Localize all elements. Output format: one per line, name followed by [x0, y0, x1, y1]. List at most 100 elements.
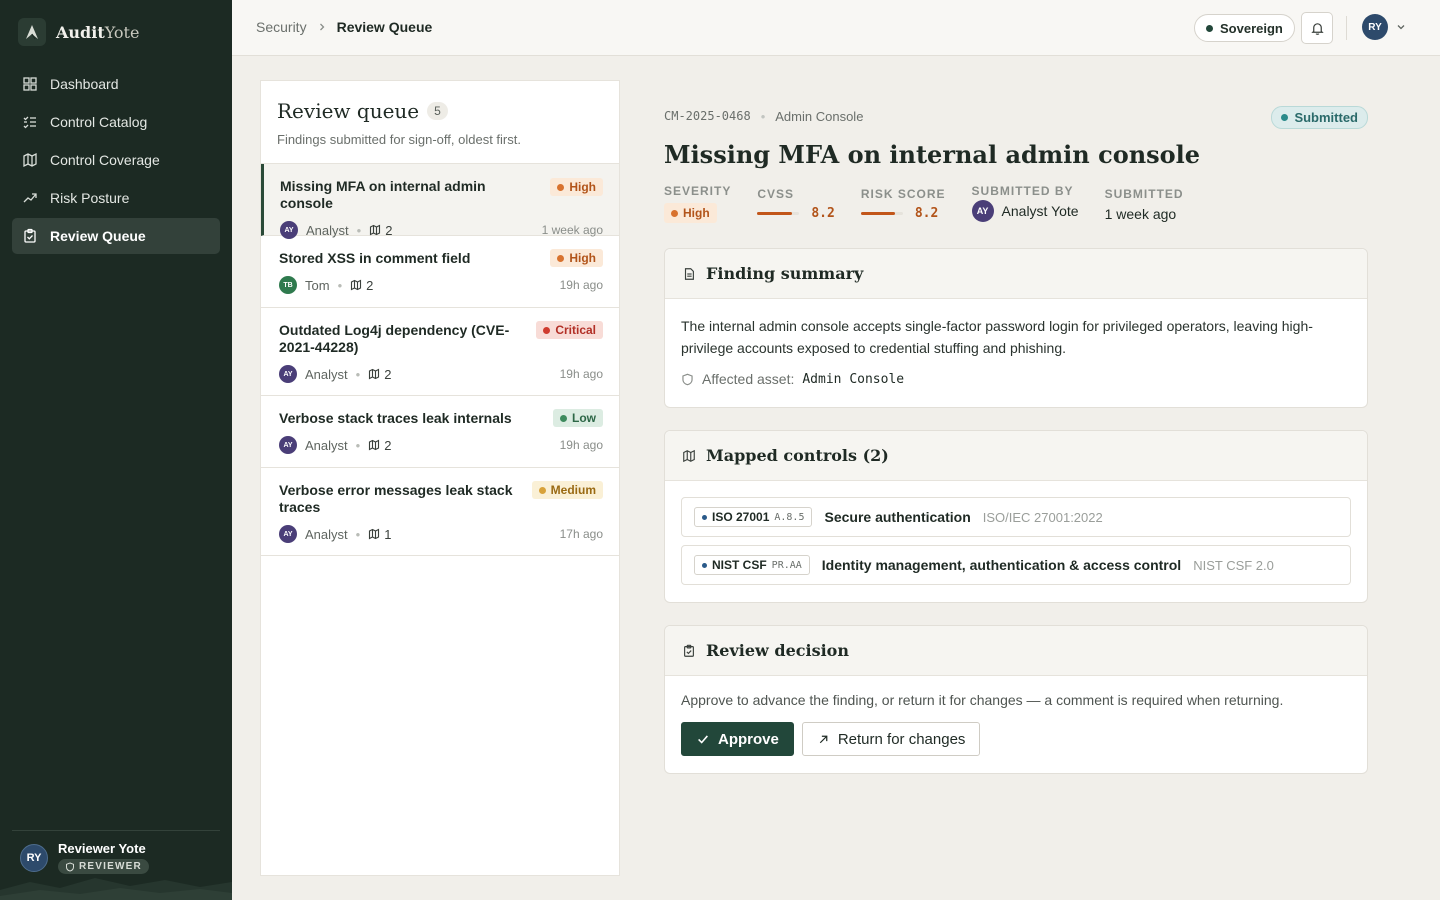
control-count: 2 [368, 367, 391, 382]
queue-item-title: Verbose error messages leak stack traces [279, 482, 513, 515]
trend-up-icon [23, 193, 37, 203]
shield-icon [66, 861, 74, 872]
mapped-controls-card: Mapped controls (2) ISO 27001 A.8.5 Secu… [664, 430, 1368, 603]
finding-id-row: CM-2025-0468 • Admin Console [664, 100, 1368, 132]
control-count-value: 2 [384, 366, 392, 382]
submitted-by-metric: SUBMITTED BY AY Analyst Yote [971, 184, 1079, 224]
queue-item-age: 17h ago [559, 527, 603, 541]
framework-dot-icon [702, 562, 707, 568]
review-decision-card: Review decision Approve to advance the f… [664, 625, 1368, 774]
queue-item-meta: AY Analyst • 2 19h ago [279, 436, 603, 468]
chevron-right-icon [319, 23, 324, 31]
control-code: A.8.5 [774, 511, 805, 523]
role-badge: REVIEWER [58, 859, 149, 874]
map-icon [683, 449, 695, 462]
severity-label: High [569, 180, 596, 194]
cvss-bar-fill [757, 211, 792, 215]
severity-badge: Low [553, 409, 603, 427]
sidebar-item-control-catalog[interactable]: Control Catalog [12, 104, 220, 140]
framework-name: NIST CSF [712, 558, 767, 572]
map-icon [351, 279, 362, 291]
check-icon [698, 735, 708, 744]
avatar: AY [279, 525, 297, 543]
severity-label: Critical [555, 323, 596, 337]
status-badge: Submitted [1271, 106, 1368, 129]
severity-label: Medium [550, 483, 596, 497]
brand-name-light: Yote [104, 22, 140, 42]
user-menu[interactable]: RY [1362, 14, 1406, 40]
approve-button[interactable]: Approve [681, 722, 794, 756]
control-row[interactable]: ISO 27001 A.8.5 Secure authentication IS… [681, 497, 1351, 537]
list-check-icon [23, 116, 36, 129]
severity-label: High [569, 251, 596, 265]
sidebar-item-label: Control Coverage [50, 152, 160, 168]
map-icon [370, 224, 381, 236]
sidebar-item-risk-posture[interactable]: Risk Posture [12, 180, 220, 216]
brand-name-bold: Audit [56, 22, 105, 42]
queue-item-age: 1 week ago [541, 223, 603, 237]
severity-label: High [683, 206, 710, 220]
sidebar: AuditYote Dashboard Control Catalog Cont… [0, 0, 232, 900]
risk-bar [860, 211, 903, 215]
cvss-score: 8.2 [811, 205, 835, 221]
finding-asset-crumb: Admin Console [775, 108, 864, 124]
control-standard: NIST CSF 2.0 [1193, 557, 1274, 573]
control-name: Identity management, authentication & ac… [821, 557, 1182, 573]
control-row[interactable]: NIST CSF PR.AA Identity management, auth… [681, 545, 1351, 585]
sidebar-item-label: Risk Posture [50, 190, 130, 206]
bell-icon [1310, 22, 1324, 35]
finding-detail: CM-2025-0468 • Admin Console Submitted M… [664, 100, 1368, 224]
queue-item-meta: AY Analyst • 1 17h ago [279, 525, 603, 557]
queue-item[interactable]: Verbose error messages leak stack traces… [261, 468, 619, 556]
approve-label: Approve [718, 730, 779, 748]
separator: • [355, 366, 361, 382]
brand[interactable]: AuditYote [18, 18, 139, 46]
topbar: Security Review Queue Sovereign RY [232, 0, 1440, 56]
decision-actions: Approve Return for changes [681, 722, 1351, 756]
sidebar-item-dashboard[interactable]: Dashboard [12, 66, 220, 102]
framework-dot-icon [702, 514, 707, 520]
queue-item[interactable]: Verbose stack traces leak internals Low … [261, 396, 619, 468]
queue-item-age: 19h ago [559, 278, 603, 292]
affected-asset: Affected asset: Admin Console [681, 371, 1351, 387]
return-label: Return for changes [837, 730, 966, 748]
topbar-divider [1346, 16, 1347, 40]
metric-label: SUBMITTED [1104, 187, 1184, 201]
clipboard-check-icon [684, 644, 694, 657]
metric-label: CVSS [757, 187, 795, 201]
separator: • [355, 437, 361, 453]
sidebar-item-review-queue[interactable]: Review Queue [12, 218, 220, 254]
control-standard: ISO/IEC 27001:2022 [982, 509, 1103, 525]
queue-item[interactable]: Outdated Log4j dependency (CVE-2021-4422… [261, 308, 619, 396]
control-count: 2 [350, 278, 373, 293]
finding-id: CM-2025-0468 [664, 109, 751, 123]
control-count: 2 [368, 438, 391, 453]
risk-score: 8.2 [914, 205, 939, 221]
author-name: Analyst [305, 526, 348, 542]
queue-item-meta: AY Analyst • 2 19h ago [279, 365, 603, 397]
notifications-button[interactable] [1301, 12, 1333, 44]
return-for-changes-button[interactable]: Return for changes [801, 722, 981, 756]
cvss-metric: CVSS 8.2 [757, 187, 835, 224]
avatar: RY [1362, 14, 1388, 40]
queue-item[interactable]: Stored XSS in comment field High TB Tom … [261, 236, 619, 308]
card-header: Finding summary [665, 249, 1367, 299]
chevron-down-icon [1397, 25, 1405, 30]
environment-label: Sovereign [1220, 20, 1283, 36]
avatar: RY [20, 843, 48, 872]
author-name: Analyst [305, 437, 348, 453]
status-dot-icon [1281, 114, 1289, 121]
author-name: Analyst [305, 366, 348, 382]
logo-icon [18, 18, 46, 46]
queue-item[interactable]: Missing MFA on internal admin console Hi… [261, 164, 619, 239]
card-title: Finding summary [706, 264, 864, 283]
sidebar-user[interactable]: RY Reviewer Yote REVIEWER [20, 841, 149, 875]
sidebar-divider [12, 830, 220, 831]
finding-title: Missing MFA on internal admin console [664, 140, 1201, 169]
risk-metric: RISK SCORE 8.2 [860, 187, 946, 224]
environment-pill[interactable]: Sovereign [1194, 14, 1295, 42]
breadcrumb-parent[interactable]: Security [256, 19, 307, 35]
sidebar-item-control-coverage[interactable]: Control Coverage [12, 142, 220, 178]
severity-badge: High [550, 178, 603, 196]
avatar: AY [279, 436, 297, 454]
